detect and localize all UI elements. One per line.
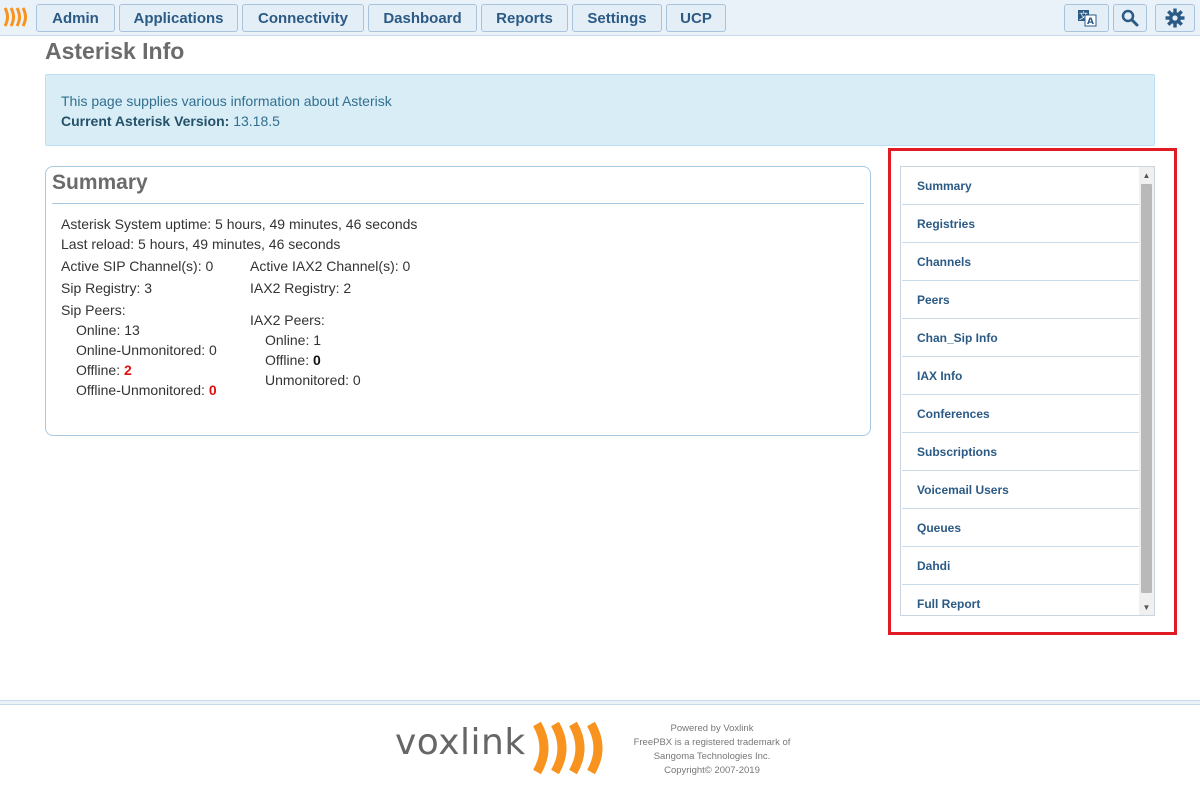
sip-peers-offline: Offline: 2 — [76, 362, 132, 378]
menu-item-chan-sip-info[interactable]: Chan_Sip Info — [902, 319, 1139, 357]
nav-reports-button[interactable]: Reports — [481, 4, 568, 32]
menu-item-summary[interactable]: Summary — [902, 167, 1139, 205]
voxlink-logo-icon[interactable] — [531, 722, 607, 774]
sip-active-channels: Active SIP Channel(s): 0 — [61, 258, 214, 274]
summary-divider — [52, 203, 864, 204]
language-button[interactable]: 文 A — [1064, 4, 1109, 32]
sip-offline-unmonitored-value: 0 — [208, 382, 217, 398]
menu-item-full-report[interactable]: Full Report — [902, 585, 1139, 615]
nav-settings-button[interactable]: Settings — [572, 4, 662, 32]
menu-item-queues[interactable]: Queues — [902, 509, 1139, 547]
menu-item-registries[interactable]: Registries — [902, 205, 1139, 243]
sip-peers-label: Sip Peers: — [61, 302, 126, 318]
freepbx-logo-icon[interactable] — [2, 5, 32, 29]
iax2-peers-label: IAX2 Peers: — [250, 312, 325, 328]
last-reload: Last reload: 5 hours, 49 minutes, 46 sec… — [61, 236, 341, 252]
iax2-peers-unmonitored: Unmonitored: 0 — [265, 372, 361, 388]
footer-powered-by: Powered by Voxlink — [670, 723, 754, 734]
menu-item-subscriptions[interactable]: Subscriptions — [902, 433, 1139, 471]
sip-peers-offline-unmonitored: Offline-Unmonitored: 0 — [76, 382, 217, 398]
scroll-up-icon[interactable]: ▲ — [1139, 167, 1154, 183]
menu-item-peers[interactable]: Peers — [902, 281, 1139, 319]
sip-offline-value: 2 — [124, 362, 132, 378]
iax2-offline-label: Offline: — [265, 352, 310, 368]
info-description: This page supplies various information a… — [61, 93, 392, 109]
footer-divider — [0, 700, 1200, 705]
nav-admin-button[interactable]: Admin — [36, 4, 115, 32]
footer-copyright: Copyright© 2007-2019 — [664, 765, 760, 776]
translate-icon: 文 A — [1077, 10, 1096, 27]
top-navigation-bar: Admin Applications Connectivity Dashboar… — [0, 0, 1200, 36]
footer-credits: Powered by Voxlink FreePBX is a register… — [612, 722, 812, 778]
version-value: 13.18.5 — [233, 113, 280, 129]
menu-item-dahdi[interactable]: Dahdi — [902, 547, 1139, 585]
footer-trademark: FreePBX is a registered trademark of — [633, 737, 791, 748]
system-uptime: Asterisk System uptime: 5 hours, 49 minu… — [61, 216, 418, 232]
settings-button[interactable] — [1155, 4, 1195, 32]
nav-ucp-button[interactable]: UCP — [666, 4, 726, 32]
iax2-registry: IAX2 Registry: 2 — [250, 280, 352, 296]
asterisk-version: Current Asterisk Version: 13.18.5 — [61, 111, 1139, 131]
asterisk-info-menu: Summary Registries Channels Peers Chan_S… — [900, 166, 1155, 616]
nav-connectivity-button[interactable]: Connectivity — [242, 4, 364, 32]
menu-item-voicemail-users[interactable]: Voicemail Users — [902, 471, 1139, 509]
menu-item-iax-info[interactable]: IAX Info — [902, 357, 1139, 395]
sip-offline-label: Offline: — [76, 362, 121, 378]
nav-applications-button[interactable]: Applications — [119, 4, 238, 32]
sip-peers-online: Online: 13 — [76, 322, 140, 338]
info-alert: This page supplies various information a… — [45, 74, 1155, 146]
footer-brand-name: voxlink — [395, 722, 526, 763]
iax2-active-channels: Active IAX2 Channel(s): 0 — [250, 258, 411, 274]
sip-offline-unmonitored-label: Offline-Unmonitored: — [76, 382, 205, 398]
iax2-offline-value: 0 — [313, 352, 321, 368]
menu-item-channels[interactable]: Channels — [902, 243, 1139, 281]
svg-text:A: A — [1087, 17, 1094, 27]
menu-item-conferences[interactable]: Conferences — [902, 395, 1139, 433]
menu-scrollbar[interactable]: ▲ ▼ — [1139, 167, 1154, 615]
scroll-down-icon[interactable]: ▼ — [1139, 599, 1154, 615]
summary-title: Summary — [52, 171, 148, 194]
nav-dashboard-button[interactable]: Dashboard — [368, 4, 477, 32]
page-title: Asterisk Info — [45, 38, 185, 64]
gear-icon — [1165, 8, 1185, 28]
search-icon — [1121, 9, 1139, 27]
sip-registry: Sip Registry: 3 — [61, 280, 153, 296]
version-label: Current Asterisk Version: — [61, 113, 230, 129]
summary-panel: Summary Asterisk System uptime: 5 hours,… — [45, 166, 871, 436]
search-button[interactable] — [1113, 4, 1147, 32]
footer-company: Sangoma Technologies Inc. — [653, 751, 771, 762]
iax2-peers-offline: Offline: 0 — [265, 352, 321, 368]
sip-peers-online-unmonitored: Online-Unmonitored: 0 — [76, 342, 217, 358]
iax2-peers-online: Online: 1 — [265, 332, 322, 348]
scroll-thumb[interactable] — [1141, 184, 1152, 593]
